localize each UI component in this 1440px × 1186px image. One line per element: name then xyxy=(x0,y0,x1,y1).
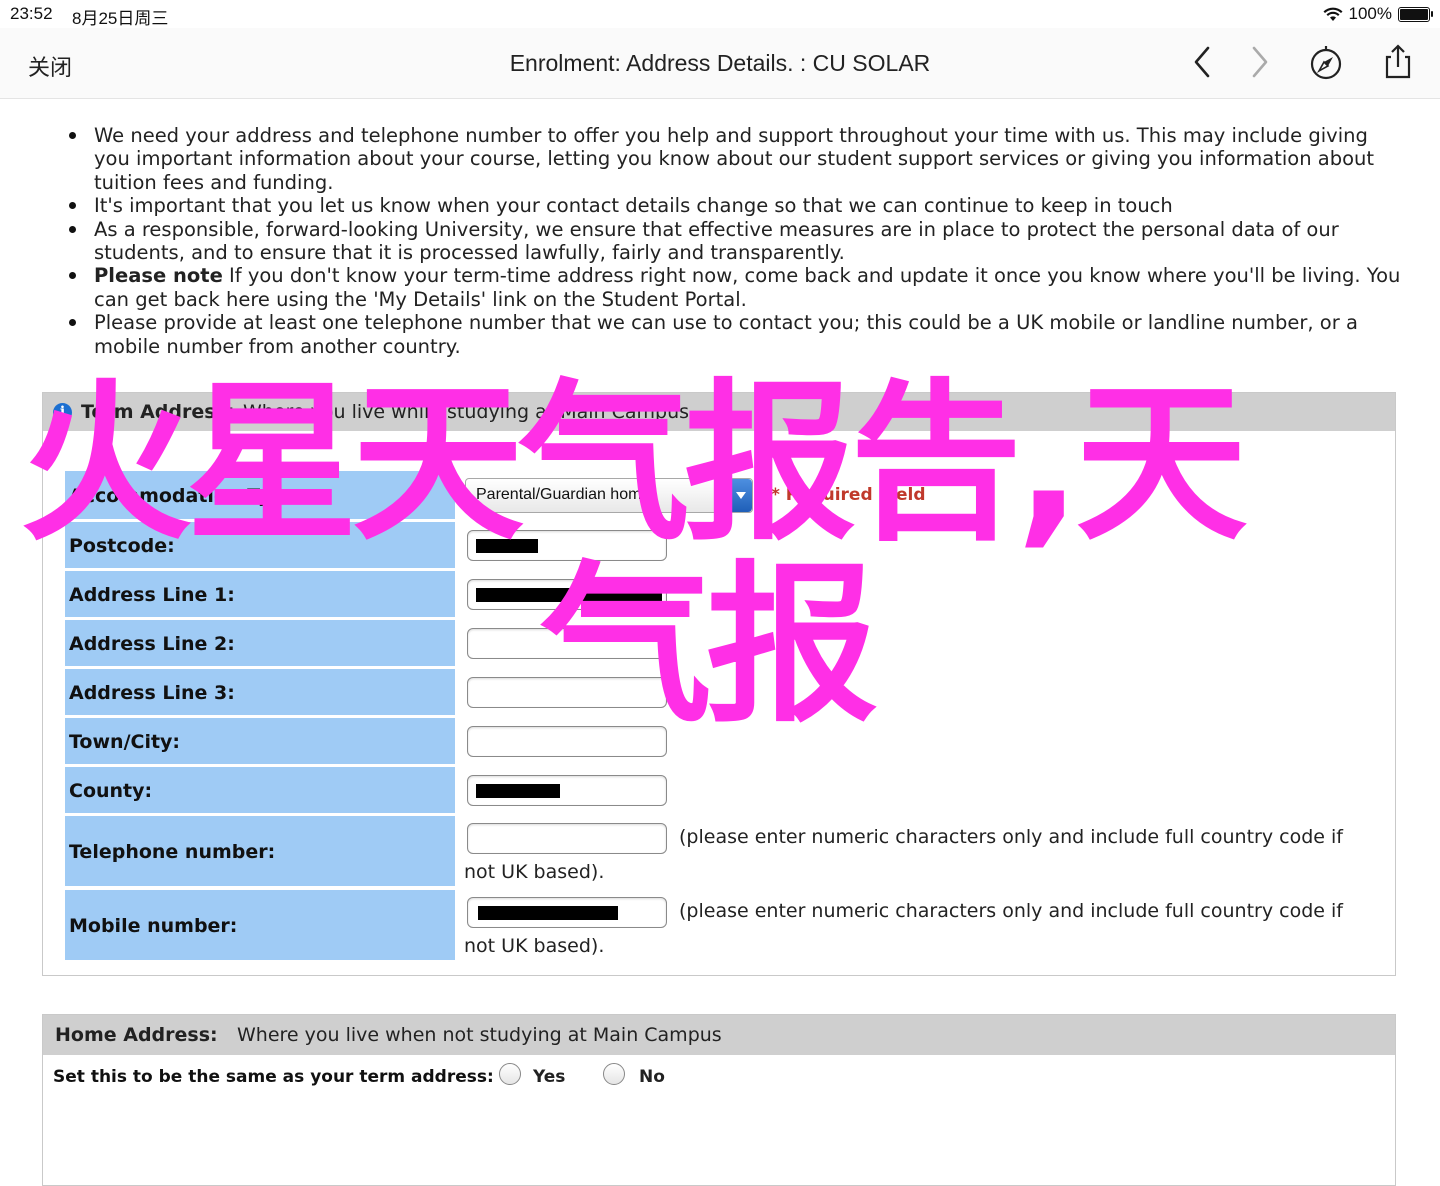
home-address-subtitle: Where you live when not studying at Main… xyxy=(237,1024,722,1046)
list-item: Please note If you don't know your term-… xyxy=(69,264,1404,311)
status-bar: 23:52 8月25日周三 100% xyxy=(0,0,1440,28)
accommodation-label-cell: Accommodation Type: xyxy=(65,471,455,519)
chevron-down-icon xyxy=(730,479,752,512)
home-address-title: Home Address: xyxy=(55,1024,218,1046)
address-line-3-row: Address Line 3: xyxy=(65,669,1385,715)
address-line-2-label-cell: Address Line 2: xyxy=(65,620,455,666)
status-right: 100% xyxy=(1323,4,1433,24)
same-address-yes-radio[interactable] xyxy=(499,1063,521,1085)
postcode-label: Postcode: xyxy=(69,535,175,557)
telephone-label: Telephone number: xyxy=(69,841,276,863)
same-address-label: Set this to be the same as your term add… xyxy=(53,1067,494,1087)
list-item: Please provide at least one telephone nu… xyxy=(69,311,1404,358)
town-city-row: Town/City: xyxy=(65,718,1385,764)
telephone-note: (please enter numeric characters only an… xyxy=(679,826,1343,848)
address-line-3-input[interactable] xyxy=(467,677,667,708)
redaction xyxy=(476,539,538,553)
same-address-no-radio[interactable] xyxy=(603,1063,625,1085)
mobile-note: (please enter numeric characters only an… xyxy=(679,900,1343,922)
status-date: 8月25日周三 xyxy=(72,9,169,28)
address-line-2-row: Address Line 2: xyxy=(65,620,1385,666)
compass-icon[interactable] xyxy=(1306,42,1346,82)
mobile-row: Mobile number: (please enter numeric cha… xyxy=(65,890,1385,960)
back-icon[interactable] xyxy=(1182,42,1222,82)
postcode-input[interactable] xyxy=(467,530,667,561)
mobile-input[interactable] xyxy=(467,897,667,928)
redaction xyxy=(478,906,618,920)
accommodation-row: Accommodation Type: Parental/Guardian ho… xyxy=(65,471,1385,519)
list-item: We need your address and telephone numbe… xyxy=(69,124,1404,194)
required-field-note: * Required Field xyxy=(771,485,926,505)
accommodation-label: Accommodation Type: xyxy=(69,485,305,507)
address-line-1-label: Address Line 1: xyxy=(69,584,235,606)
town-city-input[interactable] xyxy=(467,726,667,757)
county-input[interactable] xyxy=(467,775,667,806)
telephone-label-cell: Telephone number: xyxy=(65,816,455,886)
address-line-1-label-cell: Address Line 1: xyxy=(65,571,455,617)
county-label-cell: County: xyxy=(65,767,455,813)
address-line-2-input[interactable] xyxy=(467,628,667,659)
postcode-label-cell: Postcode: xyxy=(65,522,455,568)
info-icon: i xyxy=(53,403,72,422)
address-line-3-label-cell: Address Line 3: xyxy=(65,669,455,715)
status-time: 23:52 xyxy=(10,4,53,23)
address-line-1-row: Address Line 1: xyxy=(65,571,1385,617)
term-address-subtitle: Where you live while studying at Main Ca… xyxy=(243,401,690,423)
page-title: Enrolment: Address Details. : CU SOLAR xyxy=(509,50,931,76)
list-item: It's important that you let us know when… xyxy=(69,194,1404,217)
telephone-note-continued: not UK based). xyxy=(464,861,605,883)
battery-percent: 100% xyxy=(1348,4,1392,23)
info-list: We need your address and telephone numbe… xyxy=(69,124,1404,358)
redaction xyxy=(476,588,662,602)
home-address-header: Home Address: Where you live when not st… xyxy=(43,1015,1395,1055)
county-row: County: xyxy=(65,767,1385,813)
term-address-title: Term Address: xyxy=(81,401,235,423)
battery-icon xyxy=(1398,6,1433,22)
telephone-row: Telephone number: (please enter numeric … xyxy=(65,816,1385,886)
wifi-icon xyxy=(1323,7,1343,21)
same-address-no-label: No xyxy=(639,1067,665,1087)
address-line-2-label: Address Line 2: xyxy=(69,633,235,655)
accommodation-select[interactable]: Parental/Guardian home xyxy=(465,478,753,513)
postcode-row: Postcode: xyxy=(65,522,1385,568)
same-address-yes-label: Yes xyxy=(533,1067,566,1087)
home-address-panel: Home Address: Where you live when not st… xyxy=(42,1014,1396,1186)
county-label: County: xyxy=(69,780,153,802)
list-item: As a responsible, forward-looking Univer… xyxy=(69,218,1404,265)
address-line-3-label: Address Line 3: xyxy=(69,682,235,704)
mobile-note-continued: not UK based). xyxy=(464,935,605,957)
address-line-1-input[interactable] xyxy=(467,579,667,610)
term-address-panel: i Term Address: Where you live while stu… xyxy=(42,392,1396,976)
town-city-label-cell: Town/City: xyxy=(65,718,455,764)
accommodation-select-value: Parental/Guardian home xyxy=(476,486,651,503)
telephone-input[interactable] xyxy=(467,823,667,854)
town-city-label: Town/City: xyxy=(69,731,181,753)
mobile-label-cell: Mobile number: xyxy=(65,890,455,960)
redaction xyxy=(476,784,560,798)
mobile-label: Mobile number: xyxy=(69,915,238,937)
forward-icon[interactable] xyxy=(1240,42,1280,82)
share-icon[interactable] xyxy=(1378,42,1418,82)
nav-bar: 关闭 Enrolment: Address Details. : CU SOLA… xyxy=(0,28,1440,99)
term-address-header: i Term Address: Where you live while stu… xyxy=(43,393,1395,431)
